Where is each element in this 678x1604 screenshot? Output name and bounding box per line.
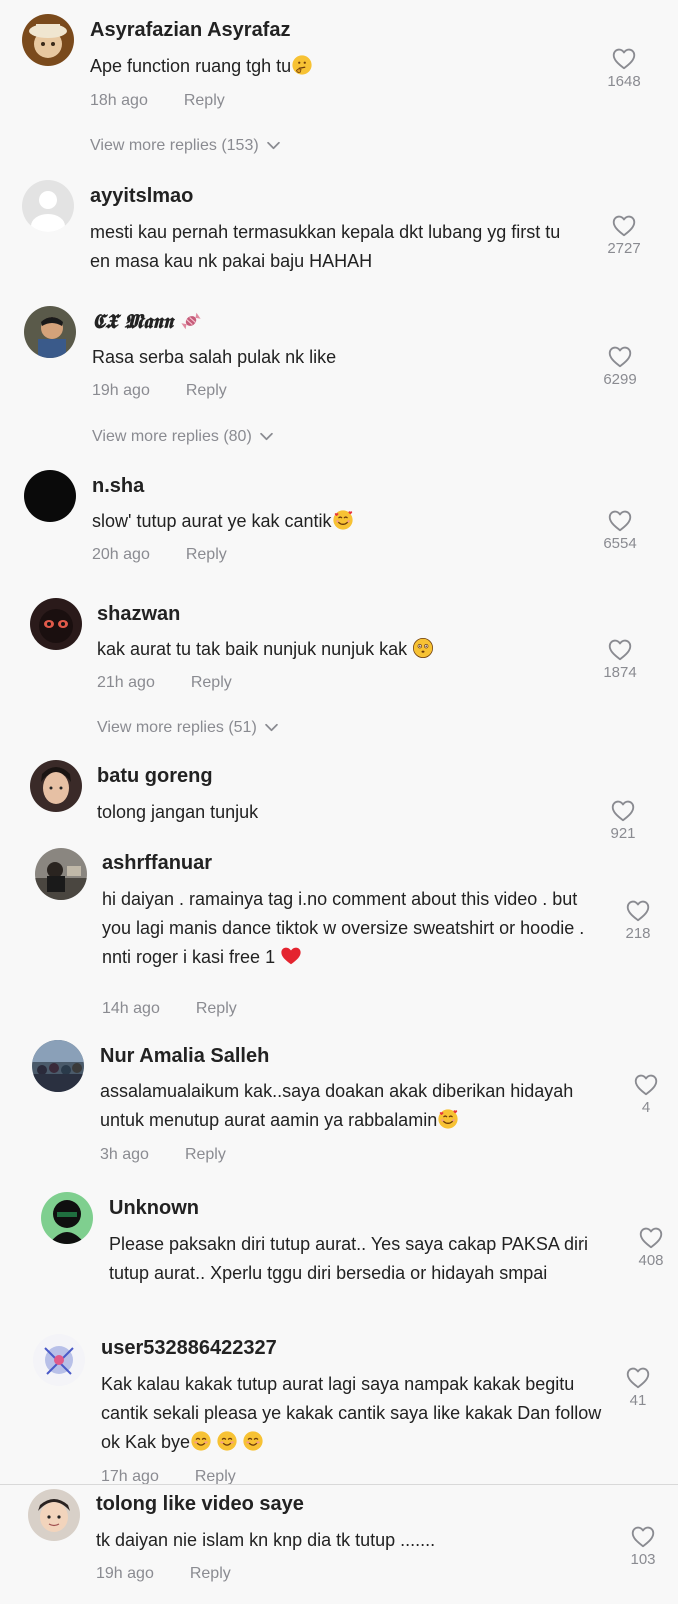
heart-icon <box>606 344 634 370</box>
chevron-down-icon <box>260 432 273 441</box>
comment-time: 14h ago <box>102 1000 160 1017</box>
comment-time: 17h ago <box>101 1468 159 1485</box>
chevron-down-icon <box>265 723 278 732</box>
username[interactable]: n.sha <box>92 475 144 498</box>
avatar[interactable] <box>30 760 82 812</box>
like-count: 921 <box>610 825 636 842</box>
avatar[interactable] <box>35 848 87 900</box>
like-button[interactable]: 408 <box>621 1225 678 1269</box>
avatar[interactable] <box>22 14 74 66</box>
like-count: 1874 <box>603 664 637 681</box>
username[interactable]: user532886422327 <box>101 1337 277 1360</box>
username[interactable]: shazwan <box>97 603 180 626</box>
thinking-face-icon <box>291 54 313 76</box>
heart-icon <box>624 1365 652 1391</box>
heart-icon <box>624 898 652 924</box>
comment-text: tk daiyan nie islam kn knp dia tk tutup … <box>96 1530 436 1550</box>
username[interactable]: 𝕮𝖃 𝕸𝖆𝖓𝖓 <box>92 309 202 333</box>
like-button[interactable]: 1648 <box>594 46 654 90</box>
reply-button[interactable]: Reply <box>185 1146 226 1163</box>
comment-text: mesti kau pernah termasukkan kepala dkt … <box>90 222 561 271</box>
like-count: 41 <box>629 1392 647 1409</box>
username[interactable]: tolong like video saye <box>96 1493 304 1516</box>
smiling-face-with-hearts-icon <box>437 1108 459 1130</box>
heart-icon <box>609 798 637 824</box>
like-button[interactable]: 2727 <box>594 213 654 257</box>
comment-text: Ape function ruang tgh tu <box>90 52 610 81</box>
divider <box>0 1484 678 1485</box>
heart-icon <box>637 1225 665 1251</box>
heart-icon <box>610 46 638 72</box>
like-button[interactable]: 218 <box>608 898 668 942</box>
username[interactable]: ashrffanuar <box>102 852 212 875</box>
like-button[interactable]: 6299 <box>590 344 650 388</box>
like-button[interactable]: 41 <box>608 1365 668 1409</box>
avatar[interactable] <box>32 1040 84 1092</box>
comment-time: 3h ago <box>100 1146 149 1163</box>
reply-button[interactable]: Reply <box>186 382 227 399</box>
flushed-face-icon <box>412 637 434 659</box>
reply-button[interactable]: Reply <box>186 546 227 563</box>
blushing-face-icon <box>242 1430 264 1452</box>
like-button[interactable]: 1874 <box>590 637 650 681</box>
blushing-face-icon <box>190 1430 212 1452</box>
like-count: 4 <box>641 1099 651 1116</box>
like-count: 103 <box>630 1551 656 1568</box>
username[interactable]: Unknown <box>109 1197 199 1220</box>
username[interactable]: batu goreng <box>97 765 213 788</box>
comment-time: 21h ago <box>97 674 155 691</box>
comment-text: Please paksakn diri tutup aurat.. Yes sa… <box>109 1234 588 1283</box>
reply-button[interactable]: Reply <box>195 1468 236 1485</box>
like-count: 6299 <box>603 371 637 388</box>
heart-icon <box>629 1524 657 1550</box>
red-heart-icon <box>280 945 302 967</box>
comment-text: assalamualaikum kak..saya doakan akak di… <box>100 1081 574 1130</box>
view-more-replies-button[interactable]: View more replies (153) <box>90 137 280 155</box>
username[interactable]: Nur Amalia Salleh <box>100 1045 269 1068</box>
heart-icon <box>610 213 638 239</box>
blushing-face-icon <box>216 1430 238 1452</box>
comment-text: tolong jangan tunjuk <box>97 802 259 822</box>
like-button[interactable]: 103 <box>613 1524 673 1568</box>
chevron-down-icon <box>267 141 280 150</box>
heart-icon <box>606 508 634 534</box>
comment-text: slow' tutup aurat ye kak cantik <box>92 507 612 536</box>
like-button[interactable]: 921 <box>593 798 653 842</box>
like-count: 218 <box>625 925 651 942</box>
comment-text: Rasa serba salah pulak nk like <box>92 347 337 367</box>
like-button[interactable]: 4 <box>616 1072 676 1116</box>
comment-time: 18h ago <box>90 92 148 109</box>
smiling-face-with-hearts-icon <box>332 509 354 531</box>
heart-icon <box>606 637 634 663</box>
reply-button[interactable]: Reply <box>196 1000 237 1017</box>
avatar[interactable] <box>22 180 74 232</box>
username[interactable]: ayyitslmao <box>90 185 193 208</box>
comment-text: hi daiyan . ramainya tag i.no comment ab… <box>102 889 585 967</box>
like-button[interactable]: 6554 <box>590 508 650 552</box>
like-count: 408 <box>638 1252 664 1269</box>
like-count: 2727 <box>607 240 641 257</box>
avatar[interactable] <box>28 1489 80 1541</box>
view-more-replies-button[interactable]: View more replies (51) <box>97 719 278 737</box>
avatar[interactable] <box>33 1334 85 1386</box>
reply-button[interactable]: Reply <box>190 1565 231 1582</box>
reply-button[interactable]: Reply <box>191 674 232 691</box>
comment-time: 19h ago <box>96 1565 154 1582</box>
avatar[interactable] <box>24 306 76 358</box>
view-more-replies-button[interactable]: View more replies (80) <box>92 428 273 446</box>
like-count: 1648 <box>607 73 641 90</box>
comment-text: kak aurat tu tak baik nunjuk nunjuk kak <box>97 635 617 664</box>
avatar[interactable] <box>41 1192 93 1244</box>
comment-text: Kak kalau kakak tutup aurat lagi saya na… <box>101 1374 602 1452</box>
avatar[interactable] <box>24 470 76 522</box>
username[interactable]: Asyrafazian Asyrafaz <box>90 19 290 42</box>
heart-icon <box>632 1072 660 1098</box>
candy-icon <box>181 312 201 330</box>
like-count: 6554 <box>603 535 637 552</box>
comment-time: 20h ago <box>92 546 150 563</box>
avatar[interactable] <box>30 598 82 650</box>
reply-button[interactable]: Reply <box>184 92 225 109</box>
comment-time: 19h ago <box>92 382 150 399</box>
